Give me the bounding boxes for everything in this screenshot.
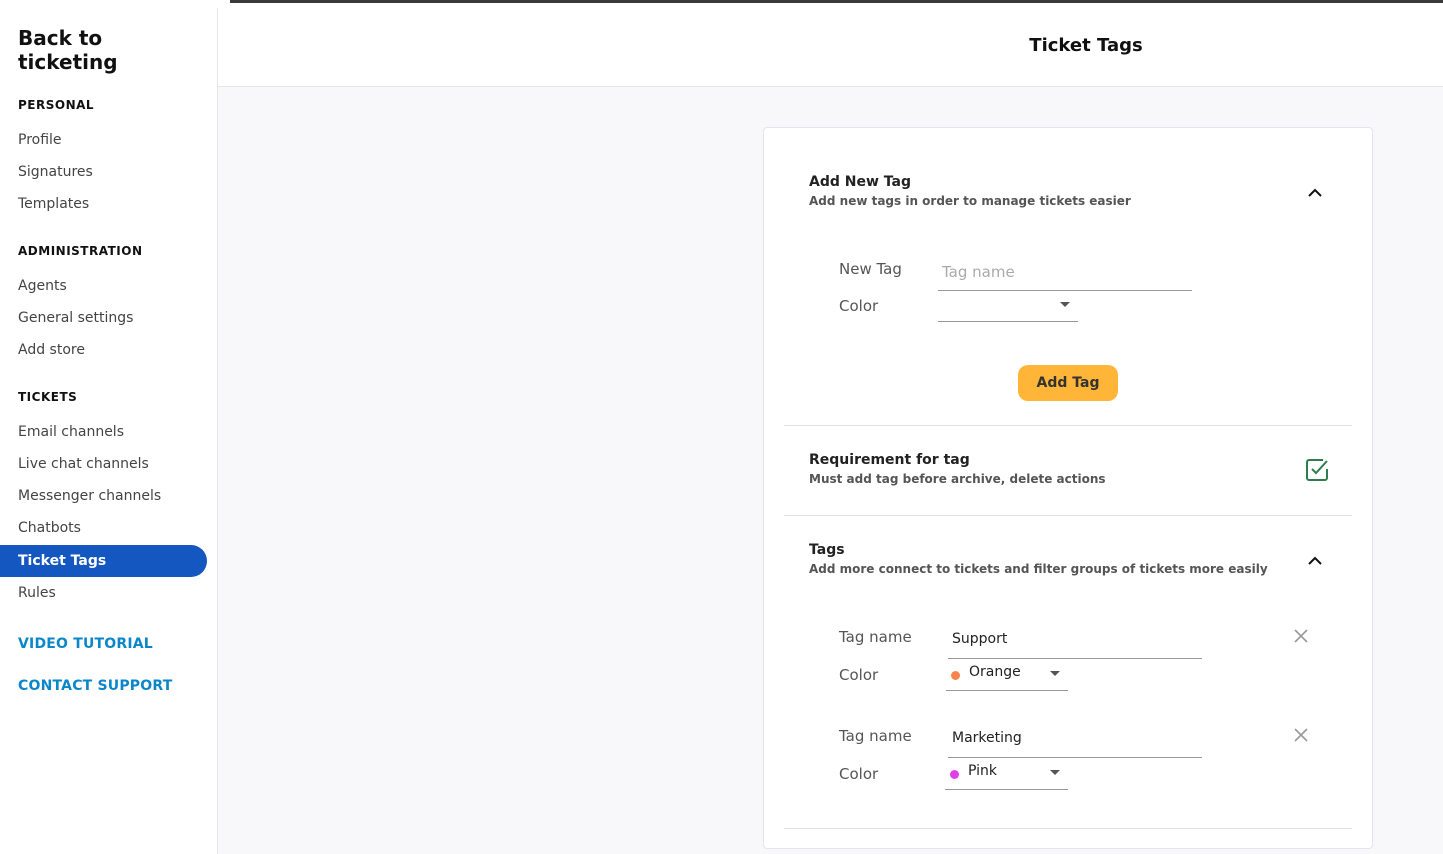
sidebar-item-ticket-tags[interactable]: Ticket Tags [0,545,207,577]
sidebar-item-rules[interactable]: Rules [0,577,207,609]
browser-top-strip [0,0,1443,8]
tag-name-input-support[interactable] [948,627,1202,659]
sidebar: Back to ticketing PERSONAL Profile Signa… [0,8,218,854]
caret-down-icon [1060,302,1070,307]
close-icon[interactable] [1294,629,1308,643]
sidebar-item-profile[interactable]: Profile [0,124,207,156]
section-title-tickets: TICKETS [18,390,78,404]
sidebar-item-live-chat-channels[interactable]: Live chat channels [0,448,207,480]
new-tag-color-select[interactable] [938,290,1078,322]
new-tag-color-label: Color [839,297,879,315]
page-header: Ticket Tags [218,8,1443,87]
color-dot-icon [950,770,959,779]
sidebar-item-email-channels[interactable]: Email channels [0,416,207,448]
tag-name-label: Tag name [839,628,912,646]
video-tutorial-link[interactable]: VIDEO TUTORIAL [18,636,153,652]
tags-subtitle: Add more connect to tickets and filter g… [809,562,1268,576]
add-new-tag-header: Add New Tag Add new tags in order to man… [809,174,1131,208]
sidebar-item-agents[interactable]: Agents [0,270,207,302]
section-title-personal: PERSONAL [18,98,95,112]
sidebar-item-add-store[interactable]: Add store [0,334,207,366]
add-new-tag-title: Add New Tag [809,174,911,190]
tags-title: Tags [809,542,845,558]
tag-color-label: Color [839,666,879,684]
caret-down-icon [1050,671,1060,676]
sidebar-item-messenger-channels[interactable]: Messenger channels [0,480,207,512]
tag-name-label: Tag name [839,727,912,745]
divider [784,828,1352,829]
checkbox-checked-icon[interactable] [1304,457,1330,483]
chevron-up-icon[interactable] [1307,553,1323,569]
tag-color-select-support[interactable]: Orange [946,659,1068,691]
tags-header: Tags Add more connect to tickets and fil… [809,542,1268,576]
color-dot-icon [951,671,960,680]
contact-support-link[interactable]: CONTACT SUPPORT [18,678,172,694]
divider [784,425,1352,426]
tag-name-input-marketing[interactable] [948,726,1202,758]
add-new-tag-subtitle: Add new tags in order to manage tickets … [809,194,1131,208]
divider [784,515,1352,516]
requirement-title: Requirement for tag [809,452,970,468]
caret-down-icon [1050,770,1060,775]
tag-color-label: Color [839,765,879,783]
requirement-subtitle: Must add tag before archive, delete acti… [809,472,1106,486]
tag-color-select-marketing[interactable]: Pink [945,758,1068,790]
chevron-up-icon[interactable] [1307,185,1323,201]
sidebar-item-chatbots[interactable]: Chatbots [0,512,207,544]
tag-color-value: Orange [969,664,1021,680]
tags-card: Add New Tag Add new tags in order to man… [763,127,1373,849]
page-title: Ticket Tags [1029,35,1143,56]
tag-color-value: Pink [968,763,998,779]
top-bar [230,0,1443,3]
new-tag-input[interactable] [938,261,1192,291]
sidebar-item-templates[interactable]: Templates [0,188,207,220]
sidebar-item-signatures[interactable]: Signatures [0,156,207,188]
close-icon[interactable] [1294,728,1308,742]
add-tag-button[interactable]: Add Tag [1018,365,1118,401]
new-tag-label: New Tag [839,260,902,278]
section-title-administration: ADMINISTRATION [18,244,143,258]
sidebar-item-general-settings[interactable]: General settings [0,302,207,334]
requirement-header: Requirement for tag Must add tag before … [809,452,1106,486]
